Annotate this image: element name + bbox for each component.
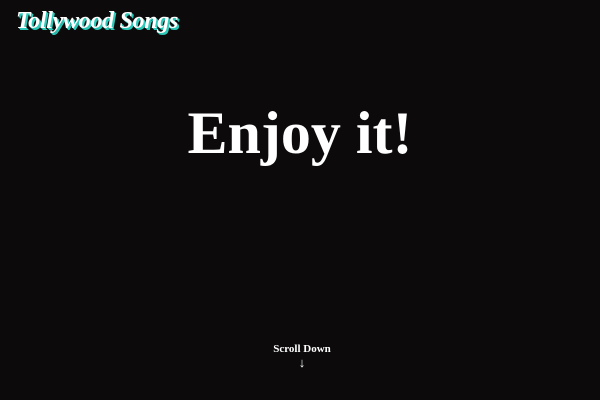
hero-title: Enjoy it! <box>187 100 413 166</box>
arrow-down-icon: ↓ <box>298 355 306 370</box>
scroll-down-button[interactable]: Scroll Down ↓ <box>0 343 600 370</box>
site-logo[interactable]: Tollywood Songs <box>16 9 178 33</box>
page: Tollywood Songs Enjoy it! Scroll Down ↓ <box>0 0 600 400</box>
